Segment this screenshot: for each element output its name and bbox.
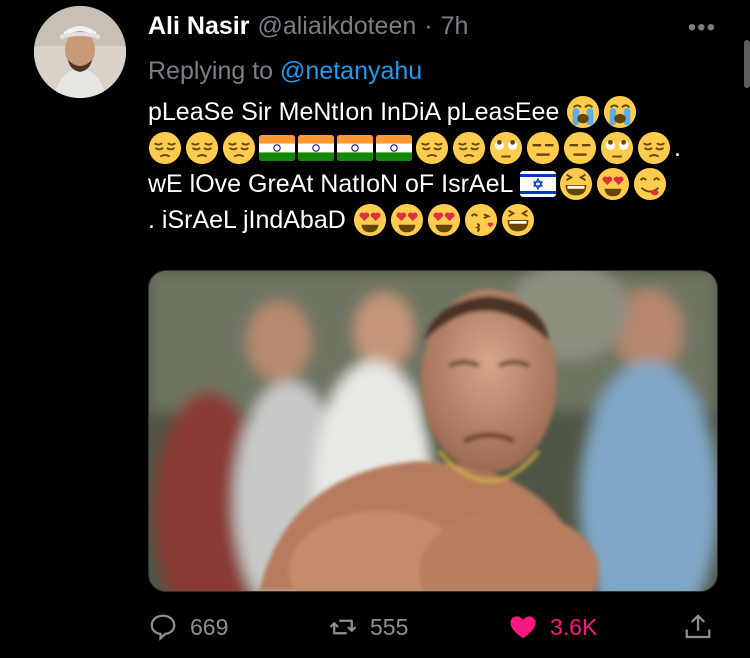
scrollbar[interactable] bbox=[744, 40, 750, 88]
retweet-count: 555 bbox=[370, 613, 409, 640]
tweet-text: pLeaSe Sir MeNtIon InDiA pLeasEee . wE l… bbox=[148, 94, 708, 238]
reply-icon bbox=[150, 614, 176, 641]
more-dots-icon[interactable]: ••• bbox=[688, 14, 716, 42]
heart-eyes-face-icon bbox=[427, 203, 461, 237]
heart-icon bbox=[510, 616, 536, 639]
text-line: pLeaSe Sir MeNtIon InDiA pLeasEee bbox=[148, 94, 708, 130]
pensive-face-icon bbox=[637, 131, 671, 165]
loudly-crying-face-icon bbox=[603, 95, 637, 129]
share-button[interactable] bbox=[683, 612, 713, 642]
reply-button[interactable]: 669 bbox=[148, 612, 228, 642]
laughing-face-icon bbox=[501, 203, 535, 237]
tweet-media-image[interactable] bbox=[148, 270, 718, 592]
heart-eyes-face-icon bbox=[390, 203, 424, 237]
reply-count: 669 bbox=[190, 613, 229, 640]
text-segment: . iSrAeL jIndAbaD bbox=[148, 206, 346, 234]
israel-flag-icon bbox=[520, 171, 556, 197]
grinning-squinting-face-icon bbox=[559, 167, 593, 201]
india-flag-icon bbox=[259, 135, 295, 161]
text-segment: pLeaSe Sir MeNtIon InDiA pLeasEee bbox=[148, 98, 560, 126]
tweet-time[interactable]: 7h bbox=[441, 12, 469, 41]
header-separator: · bbox=[424, 12, 433, 40]
expressionless-face-icon bbox=[563, 131, 597, 165]
pensive-face-icon bbox=[222, 131, 256, 165]
heart-eyes-face-icon bbox=[353, 203, 387, 237]
retweet-button[interactable]: 555 bbox=[328, 612, 408, 642]
text-segment: . bbox=[674, 134, 681, 162]
reply-mention-link[interactable]: @netanyahu bbox=[280, 57, 422, 85]
author-handle[interactable]: @aliaikdoteen bbox=[257, 12, 416, 41]
avatar[interactable] bbox=[34, 6, 126, 98]
face-blowing-kiss-icon bbox=[464, 203, 498, 237]
eye-roll-face-icon bbox=[600, 131, 634, 165]
media-photo bbox=[149, 271, 717, 591]
text-segment: wE lOve GreAt NatIoN oF IsrAeL bbox=[148, 170, 514, 198]
pensive-face-icon bbox=[185, 131, 219, 165]
pensive-face-icon bbox=[148, 131, 182, 165]
heart-eyes-face-icon bbox=[596, 167, 630, 201]
pensive-face-icon bbox=[452, 131, 486, 165]
text-line: . iSrAeL jIndAbaD bbox=[148, 202, 708, 238]
india-flag-icon bbox=[376, 135, 412, 161]
tweet[interactable]: Ali Nasir @aliaikdoteen · 7h ••• Replyin… bbox=[0, 0, 750, 658]
like-button[interactable]: 3.6K bbox=[508, 612, 597, 642]
author-name[interactable]: Ali Nasir bbox=[148, 12, 249, 41]
yum-face-icon bbox=[633, 167, 667, 201]
emoji-line: . bbox=[148, 130, 708, 166]
tweet-actions: 669 555 3.6K bbox=[148, 612, 718, 652]
loudly-crying-face-icon bbox=[566, 95, 600, 129]
expressionless-face-icon bbox=[526, 131, 560, 165]
reply-prefix: Replying to bbox=[148, 57, 281, 85]
india-flag-icon bbox=[337, 135, 373, 161]
avatar-image bbox=[34, 6, 126, 98]
india-flag-icon bbox=[298, 135, 334, 161]
reply-context: Replying to @netanyahu bbox=[148, 57, 422, 86]
pensive-face-icon bbox=[415, 131, 449, 165]
like-count: 3.6K bbox=[550, 613, 598, 640]
text-line: wE lOve GreAt NatIoN oF IsrAeL bbox=[148, 166, 708, 202]
eye-roll-face-icon bbox=[489, 131, 523, 165]
share-icon bbox=[685, 614, 711, 639]
tweet-header: Ali Nasir @aliaikdoteen · 7h bbox=[148, 12, 710, 42]
retweet-icon bbox=[329, 619, 357, 635]
